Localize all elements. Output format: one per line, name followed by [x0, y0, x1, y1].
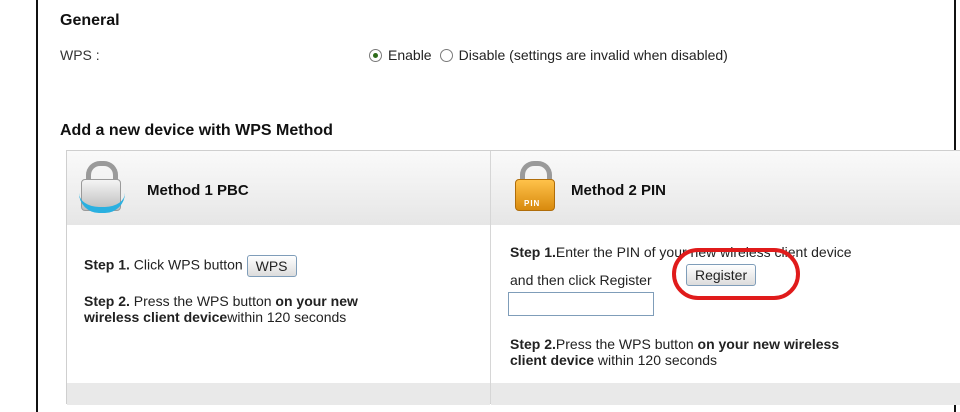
method2-step2-bold: Step 2. — [510, 336, 556, 352]
pin-input[interactable] — [508, 292, 654, 316]
method1-step1-bold: Step 1. — [84, 256, 130, 273]
wps-enable-label[interactable]: Enable — [388, 47, 432, 63]
method2-step2-bold-b: client device — [510, 352, 595, 368]
wps-disable-radio[interactable] — [439, 48, 453, 62]
method2-header: PIN Method 2 PIN — [491, 151, 960, 226]
general-heading: General — [60, 12, 120, 29]
wps-radio-group: Enable Disable (settings are invalid whe… — [369, 47, 736, 63]
register-highlight-annotation — [672, 248, 800, 300]
pin-icon-label: PIN — [524, 199, 541, 208]
method1-footer — [67, 383, 490, 405]
method2-step2: Step 2.Press the WPS button on your new … — [510, 336, 839, 368]
method2-step2-tail: within 120 seconds — [594, 352, 718, 368]
method1-step2-bold-b: wireless client device — [84, 309, 228, 325]
method2-footer — [491, 383, 960, 405]
method1-step1: Step 1. Click WPS button WPS — [84, 255, 297, 277]
method2-step2-text: Press the WPS button — [555, 336, 698, 352]
method2-step1-text-b: and then click Register — [510, 272, 652, 288]
method1-step2-bold: Step 2. — [84, 293, 130, 309]
method2-title: Method 2 PIN — [571, 182, 667, 199]
wps-label: WPS : — [60, 47, 100, 63]
method1-header: Method 1 PBC — [67, 151, 490, 226]
method1-step2: Step 2. Press the WPS button on your new… — [84, 293, 358, 325]
method1-step2-text: Press the WPS button — [129, 293, 276, 309]
method1-column: Method 1 PBC — [67, 151, 491, 405]
method1-step1-text: Click WPS button — [129, 256, 243, 273]
method2-step2-bold-a: on your new wireless — [697, 336, 840, 352]
wps-disable-label[interactable]: Disable (settings are invalid when disab… — [459, 47, 728, 63]
method1-step2-bold-a: on your new — [275, 293, 358, 309]
method1-title: Method 1 PBC — [147, 182, 249, 199]
method2-step1-line2: and then click Register — [510, 272, 652, 288]
add-device-heading: Add a new device with WPS Method — [60, 122, 333, 139]
wps-button[interactable]: WPS — [246, 255, 297, 277]
method2-step1-bold: Step 1. — [510, 244, 556, 260]
method1-step2-tail: within 120 seconds — [227, 309, 347, 325]
wps-enable-radio[interactable] — [369, 48, 382, 62]
